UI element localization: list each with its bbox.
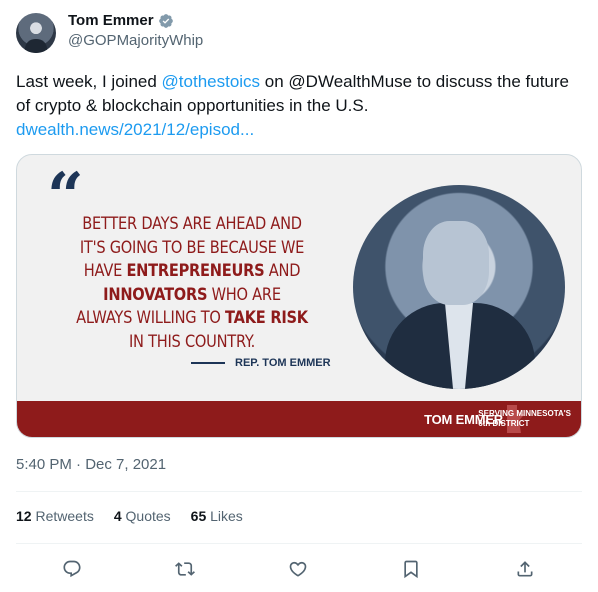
retweet-button[interactable]	[172, 556, 198, 582]
tweet-text-part: Last week, I joined	[16, 72, 162, 91]
likes-label: Likes	[210, 508, 243, 524]
verified-badge-icon	[158, 13, 173, 28]
attribution-name: REP. TOM EMMER	[235, 357, 331, 369]
banner-district: SERVING MINNESOTA'S 6th DISTRICT	[478, 409, 571, 429]
share-icon	[517, 561, 533, 577]
quote-emphasis: Entrepreneurs	[126, 261, 265, 281]
media-image-card[interactable]: “ Better days are ahead and it's going t…	[16, 154, 582, 438]
portrait-head	[423, 221, 489, 305]
portrait-photo	[353, 185, 565, 389]
quote-line: who are	[207, 284, 281, 305]
quote-line: always willing to	[76, 308, 226, 328]
quotes-count: 4	[113, 508, 122, 524]
quote-emphasis: Innovators	[103, 284, 208, 305]
url-link[interactable]: dwealth.news/2021/12/episod...	[16, 120, 254, 139]
divider	[16, 543, 582, 544]
quote-attribution: REP. TOM EMMER	[191, 357, 331, 369]
share-button[interactable]	[512, 556, 538, 582]
quotes-label: Quotes	[125, 508, 171, 524]
quote-line: and	[264, 261, 301, 281]
reply-icon	[63, 560, 81, 578]
bookmark-button[interactable]	[398, 556, 424, 582]
avatar[interactable]	[16, 13, 56, 53]
divider	[16, 491, 582, 492]
district-line: SERVING MINNESOTA'S	[478, 409, 571, 418]
author-name-row: Tom Emmer	[68, 12, 174, 29]
brand-banner: TOM EMMER SERVING MINNESOTA'S 6th DISTRI…	[17, 401, 581, 437]
tweet-header: Tom Emmer @GOPMajorityWhip	[16, 10, 582, 58]
retweets-label: Retweets	[35, 508, 94, 524]
author-handle[interactable]: @GOPMajorityWhip	[68, 32, 203, 49]
retweets-count: 12	[16, 508, 32, 524]
quotes-stat[interactable]: 4 Quotes	[114, 508, 171, 524]
attribution-dash	[191, 362, 225, 364]
retweet-icon	[175, 562, 195, 576]
like-icon	[289, 561, 307, 577]
like-button[interactable]	[285, 556, 311, 582]
action-bar	[16, 556, 582, 582]
district-line: 6th DISTRICT	[478, 419, 530, 428]
tweet-timestamp[interactable]: 5:40 PM · Dec 7, 2021	[16, 456, 166, 473]
quote-line: have	[83, 261, 127, 281]
likes-count: 65	[190, 508, 207, 524]
tweet-text: Last week, I joined @tothestoics on @DWe…	[16, 70, 576, 142]
quote-line: Better days are ahead and	[82, 214, 302, 234]
quote-line: in this country.	[128, 331, 256, 352]
retweets-stat[interactable]: 12 Retweets	[16, 508, 94, 524]
author-name[interactable]: Tom Emmer	[68, 12, 154, 29]
bookmark-icon	[404, 560, 418, 579]
likes-stat[interactable]: 65 Likes	[191, 508, 243, 524]
quote-text: Better days are ahead and it's going to …	[76, 213, 308, 354]
quote-line: it's going to be because we	[79, 237, 305, 258]
quote-emphasis: Take Risk	[225, 308, 308, 328]
tweet-stats: 12 Retweets 4 Quotes 65 Likes	[16, 508, 243, 524]
reply-button[interactable]	[59, 556, 85, 582]
mention-link[interactable]: @tothestoics	[162, 72, 261, 91]
